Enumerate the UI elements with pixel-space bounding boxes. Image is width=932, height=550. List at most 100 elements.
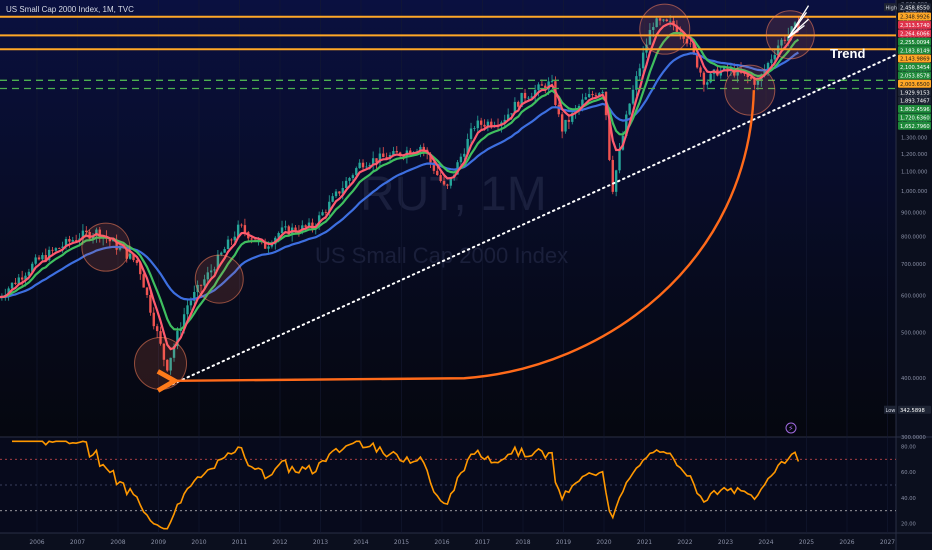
chart-title: US Small Cap 2000 Index, 1M, TVC (6, 5, 134, 14)
candle-body (702, 72, 706, 85)
price-label-value: 2,053.8578 (900, 74, 930, 80)
price-tag-text: High (886, 5, 898, 11)
rsi-tick-label: 20.00 (901, 522, 916, 528)
x-tick-label: 2020 (596, 539, 611, 546)
candle-body (459, 156, 463, 163)
price-label-value: 342.5898 (900, 408, 925, 414)
candle-body (54, 248, 58, 251)
candle-body (614, 170, 618, 192)
candle-body (523, 92, 527, 99)
x-tick-label: 2022 (677, 539, 692, 546)
candle-body (537, 84, 540, 90)
y-tick-label: 800.0000 (901, 235, 926, 241)
y-tick-label: 300.0000 (901, 435, 926, 441)
rsi-tick-label: 40.00 (901, 496, 916, 502)
rsi-tick-label: 60.00 (901, 470, 916, 476)
chart-root: RUT, 1MUS Small Cap 2000 Index Trend⚡ US… (0, 0, 932, 550)
x-tick-label: 2013 (313, 539, 328, 546)
candle-body (145, 287, 149, 295)
price-chart[interactable]: RUT, 1MUS Small Cap 2000 Index Trend⚡ US… (0, 0, 932, 550)
candle-body (517, 101, 520, 107)
candle-body (233, 236, 236, 241)
candle-body (564, 119, 567, 132)
candle-body (223, 249, 226, 253)
candle-body (706, 82, 709, 85)
candle-body (20, 277, 24, 280)
x-tick-label: 2025 (799, 539, 814, 546)
y-tick-label: 1,200.000 (901, 152, 927, 158)
x-tick-label: 2024 (758, 539, 773, 546)
candle-body (135, 260, 139, 263)
candle-body (382, 153, 385, 158)
candle-body (351, 175, 355, 178)
x-tick-label: 2021 (637, 539, 652, 546)
candle-body (51, 249, 54, 251)
candle-body (324, 212, 328, 213)
highlight-circle (724, 64, 776, 116)
candle-body (230, 239, 233, 241)
y-tick-label: 1,000.000 (901, 189, 927, 195)
candle-body (591, 94, 594, 96)
x-tick-label: 2027 (880, 539, 895, 546)
y-tick-label: 1,300.000 (901, 136, 927, 142)
rsi-tick-label: 80.00 (901, 444, 916, 450)
candle-body (220, 252, 223, 255)
x-tick-label: 2006 (29, 539, 44, 546)
x-tick-label: 2008 (110, 539, 125, 546)
price-label-value: 2,264.6066 (900, 32, 930, 38)
x-tick-label: 2018 (515, 539, 530, 546)
highlight-circle (194, 254, 244, 304)
candle-body (321, 212, 324, 216)
candle-body (469, 128, 473, 139)
price-label-value: 2,003.6500 (900, 82, 930, 88)
price-label-value: 1,802.4596 (900, 107, 930, 113)
x-tick-label: 2010 (191, 539, 206, 546)
candle-body (476, 120, 479, 129)
candle-body (304, 225, 307, 227)
candle-body (58, 248, 61, 249)
candle-body (149, 294, 152, 313)
price-label-value: 2,313.5740 (900, 23, 930, 29)
x-tick-label: 2007 (70, 539, 85, 546)
candle-body (483, 124, 486, 127)
x-tick-label: 2009 (151, 539, 166, 546)
candle-body (439, 175, 442, 182)
candle-body (41, 255, 44, 260)
candle-body (152, 312, 155, 327)
candle-body (355, 168, 358, 176)
y-tick-label: 500.0000 (901, 331, 926, 337)
y-tick-label: 400.0000 (901, 376, 926, 382)
candle-body (338, 191, 341, 194)
price-label-value: 2,458.8550 (900, 5, 930, 11)
price-label-value: 2,255.0094 (900, 40, 930, 46)
price-label-value: 1,893.7467 (900, 99, 930, 105)
x-tick-label: 2023 (718, 539, 733, 546)
candle-body (240, 224, 243, 226)
y-tick-label: 900.0000 (901, 211, 926, 217)
candle-body (550, 81, 554, 82)
candle-body (689, 43, 692, 45)
price-tag-text: Low (886, 408, 896, 414)
candle-body (284, 226, 287, 228)
candle-body (331, 196, 334, 202)
candle-body (348, 177, 351, 181)
y-tick-label: 1,100.000 (901, 170, 927, 176)
candle-body (601, 91, 604, 94)
candle-body (631, 89, 635, 104)
candle-body (442, 181, 446, 185)
x-tick-label: 2011 (232, 539, 247, 546)
candle-body (436, 170, 439, 176)
y-tick-label: 600.0000 (901, 293, 926, 299)
x-tick-label: 2026 (839, 539, 854, 546)
candle-body (128, 253, 132, 259)
y-tick-label: 700.0000 (901, 262, 926, 268)
candle-body (34, 257, 37, 264)
candle-body (365, 166, 368, 168)
price-label-value: 1,929.9153 (900, 90, 930, 96)
highlight-circle (81, 222, 131, 272)
candle-body (243, 225, 247, 233)
candle-body (641, 52, 645, 69)
candle-body (344, 180, 348, 189)
x-tick-label: 2015 (394, 539, 409, 546)
candle-body (618, 149, 621, 171)
